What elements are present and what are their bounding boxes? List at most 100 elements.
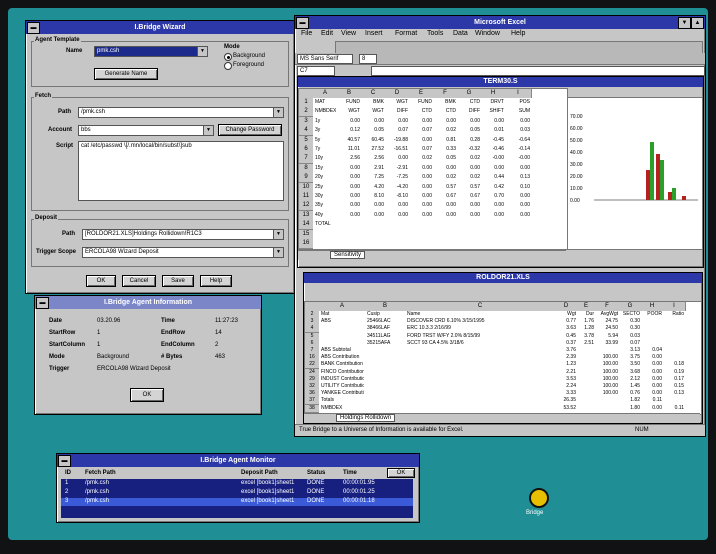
column-header[interactable]: D	[385, 89, 410, 98]
grid-cell[interactable]: 0.30	[621, 318, 640, 324]
grid-cell[interactable]: 40y	[315, 212, 336, 218]
grid-cell[interactable]: 0.00	[387, 202, 408, 208]
grid-cell[interactable]: 0.00	[435, 165, 456, 171]
grid-cell[interactable]: 100.00	[597, 369, 618, 375]
system-menu-icon[interactable]: ▬	[27, 22, 40, 34]
grid-cell[interactable]: 0.03	[507, 127, 530, 133]
grid-cell[interactable]: 100.00	[597, 383, 618, 389]
grid-cell[interactable]: DRVT	[483, 99, 504, 105]
grid-cell[interactable]: 0.02	[459, 155, 480, 161]
chevron-down-icon[interactable]: ▼	[273, 108, 283, 117]
grid-cell[interactable]: -0.45	[483, 137, 504, 143]
grid-cell[interactable]: CTD	[411, 108, 432, 114]
grid-cell[interactable]: 2.91	[363, 165, 384, 171]
grid-cell[interactable]: 5y	[315, 137, 336, 143]
grid-cell[interactable]: DIFF	[387, 108, 408, 114]
grid-cell[interactable]: ABS Contribution	[321, 354, 364, 360]
grid-cell[interactable]: 0.07	[387, 127, 408, 133]
grid-cell[interactable]: 33.99	[597, 340, 618, 346]
grid-cell[interactable]: Mat	[321, 311, 364, 317]
grid-cell[interactable]: WGT	[339, 108, 360, 114]
grid-cell[interactable]: 0.28	[459, 137, 480, 143]
column-header[interactable]: A	[313, 89, 338, 98]
grid-cell[interactable]: 25y	[315, 184, 336, 190]
grid-cell[interactable]: 3.78	[579, 333, 594, 339]
grid-cell[interactable]: 100.00	[597, 376, 618, 382]
grid-cell[interactable]: 0.00	[411, 193, 432, 199]
menu-tools[interactable]: Tools	[427, 30, 443, 37]
grid-cell[interactable]: UTILITY Contribution	[321, 383, 364, 389]
menu-help[interactable]: Help	[511, 30, 525, 37]
grid-cell[interactable]: 0.10	[507, 184, 530, 190]
menu-data[interactable]: Data	[453, 30, 468, 37]
grid-cell[interactable]: 2.24	[557, 383, 576, 389]
agent-info-titlebar[interactable]: ▬ I.Bridge Agent Information	[35, 296, 261, 309]
grid-cell[interactable]: FUND	[339, 99, 360, 105]
grid-cell[interactable]: -0.00	[507, 155, 530, 161]
grid-cell[interactable]: 100.00	[597, 390, 618, 396]
grid-cell[interactable]: 0.00	[387, 212, 408, 218]
grid-cell[interactable]: 0.00	[411, 165, 432, 171]
column-header[interactable]: I	[663, 302, 686, 311]
grid-cell[interactable]: 0.00	[411, 118, 432, 124]
script-field[interactable]: cat /etc/passwd \[/.mn/local/bin/subst\]…	[78, 141, 284, 201]
grid-cell[interactable]: 0.05	[459, 127, 480, 133]
grid-cell[interactable]: 40.57	[339, 137, 360, 143]
trigger-scope-field[interactable]: ERCOLA98 Wizard Deposit ▼	[82, 247, 284, 258]
grid-cell[interactable]: BMK	[363, 99, 384, 105]
grid-cell[interactable]: 0.00	[411, 202, 432, 208]
grid-cell[interactable]: 3.53	[557, 376, 576, 382]
monitor-ok-button[interactable]: OK	[387, 468, 415, 478]
menu-insert[interactable]: Insert	[365, 30, 383, 37]
grid-cell[interactable]: 0.02	[435, 127, 456, 133]
grid-cell[interactable]: 0.00	[363, 202, 384, 208]
column-header[interactable]: A	[319, 302, 366, 311]
wizard-titlebar[interactable]: ▬ I.Bridge Wizard	[26, 21, 294, 34]
grid-cell[interactable]: 1y	[315, 118, 336, 124]
grid-cell[interactable]: ABS	[321, 318, 364, 324]
grid-cell[interactable]: 25466LAC	[367, 318, 404, 324]
agent-monitor-titlebar[interactable]: ▬ I.Bridge Agent Monitor	[57, 454, 419, 467]
grid-cell[interactable]: -7.25	[387, 174, 408, 180]
help-button[interactable]: Help	[200, 275, 232, 287]
grid-cell[interactable]: FUND	[411, 99, 432, 105]
grid-cell[interactable]: 0.57	[435, 184, 456, 190]
grid-cell[interactable]: 35y	[315, 202, 336, 208]
workbook-term30-titlebar[interactable]: TERM30.S	[298, 77, 703, 87]
row-header[interactable]: 38	[305, 404, 319, 413]
grid-cell[interactable]: FINCO Contribution	[321, 369, 364, 375]
grid-cell[interactable]: 24.50	[597, 325, 618, 331]
grid-cell[interactable]: Ratio	[665, 311, 684, 317]
grid-cell[interactable]: 2.21	[557, 369, 576, 375]
grid-cell[interactable]: 0.05	[363, 127, 384, 133]
grid-cell[interactable]: 100.00	[597, 354, 618, 360]
system-menu-icon[interactable]: ▬	[296, 17, 309, 29]
info-ok-button[interactable]: OK	[130, 388, 164, 402]
grid-cell[interactable]: 0.00	[411, 184, 432, 190]
grid-cell[interactable]: Totals	[321, 397, 364, 403]
grid-cell[interactable]: 0.15	[665, 383, 684, 389]
grid-cell[interactable]: 0.04	[643, 347, 662, 353]
grid-cell[interactable]: 0.00	[643, 405, 662, 411]
grid-cell[interactable]: SHIFT	[483, 108, 504, 114]
grid-cell[interactable]: 24.75	[597, 318, 618, 324]
grid-cell[interactable]: 0.00	[339, 212, 360, 218]
grid-cell[interactable]: 7.25	[363, 174, 384, 180]
column-header[interactable]: G	[619, 302, 642, 311]
grid-cell[interactable]: 0.57	[459, 184, 480, 190]
grid-cell[interactable]: -0.46	[483, 146, 504, 152]
grid-cell[interactable]: 0.00	[507, 193, 530, 199]
grid-cell[interactable]: NMBDEX	[321, 405, 364, 411]
grid-cell[interactable]: -8.10	[387, 193, 408, 199]
grid-cell[interactable]: 0.37	[557, 340, 576, 346]
grid-cell[interactable]: 0.00	[435, 118, 456, 124]
grid-cell[interactable]: 1.28	[579, 325, 594, 331]
menu-edit[interactable]: Edit	[321, 30, 333, 37]
grid-cell[interactable]: SUM	[507, 108, 530, 114]
grid-cell[interactable]: 2.39	[557, 354, 576, 360]
grid-cell[interactable]: 0.02	[435, 174, 456, 180]
grid-cell[interactable]: 0.00	[459, 165, 480, 171]
grid-cell[interactable]: 0.00	[507, 118, 530, 124]
grid-cell[interactable]: 0.00	[363, 212, 384, 218]
grid-cell[interactable]: 0.00	[435, 212, 456, 218]
